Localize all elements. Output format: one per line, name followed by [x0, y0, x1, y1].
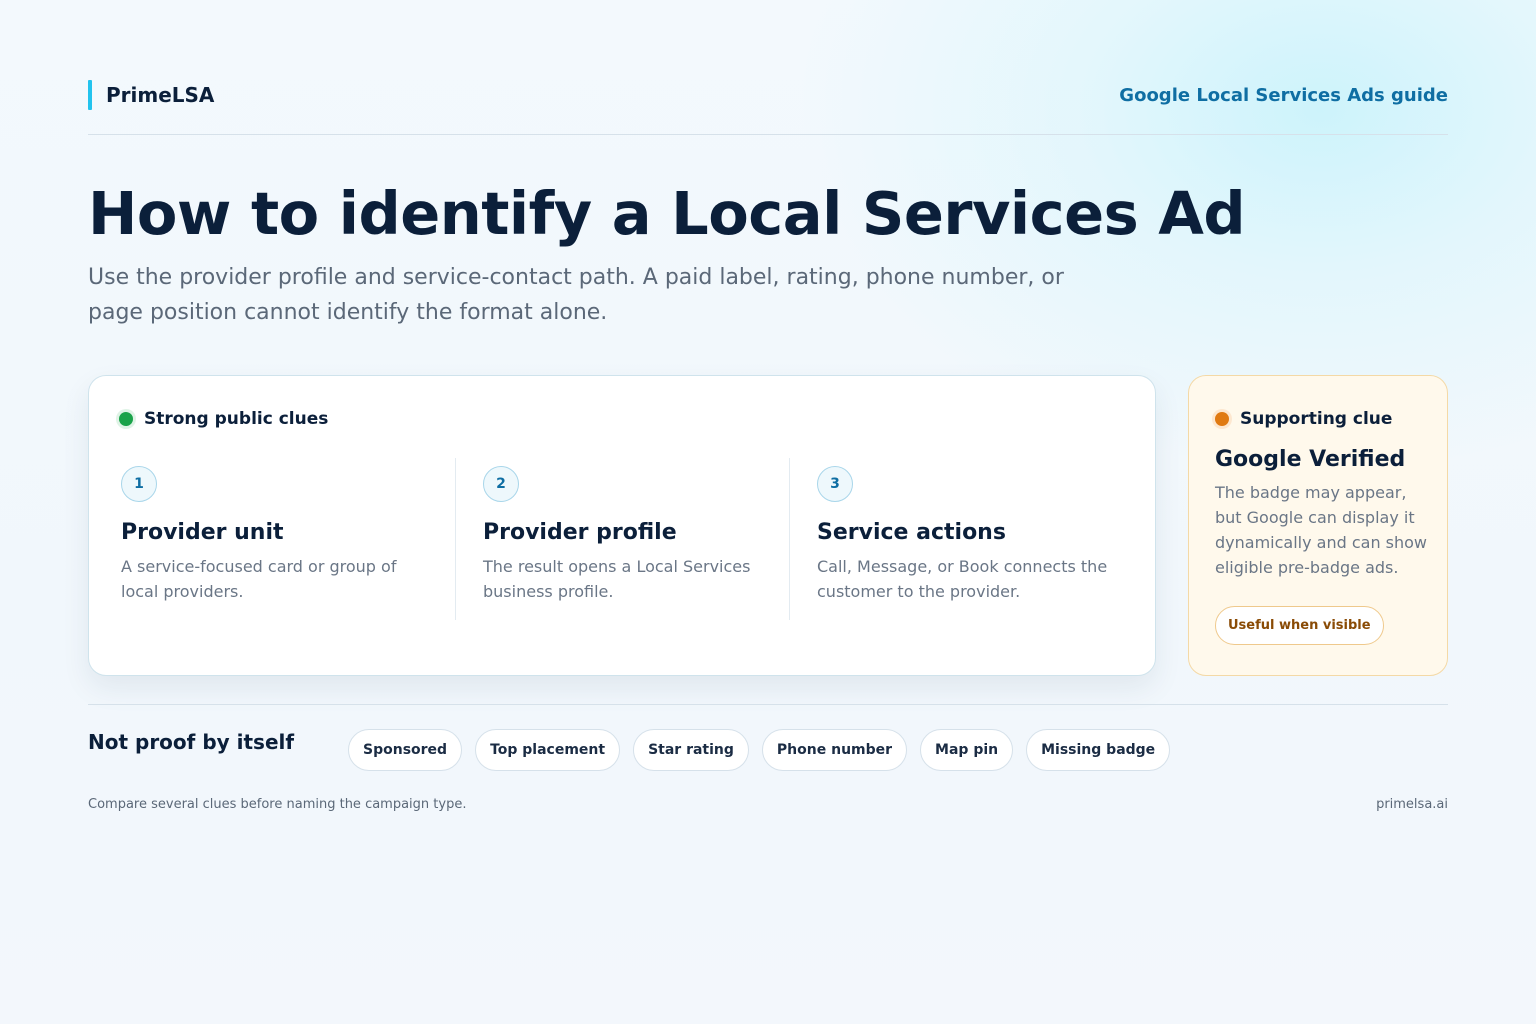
step-provider-unit: 1 Provider unit A service-focused card o… — [121, 458, 451, 620]
brand-logo[interactable]: PrimeLSA — [88, 80, 214, 110]
step-title: Provider unit — [121, 520, 284, 545]
header: PrimeLSA Google Local Services Ads guide — [88, 80, 1448, 112]
pill-map-pin: Map pin — [920, 729, 1014, 771]
orange-dot-icon — [1215, 412, 1229, 426]
supporting-clue-card: Supporting clue Google Verified The badg… — [1188, 375, 1448, 676]
step-title: Provider profile — [483, 520, 677, 545]
guide-link[interactable]: Google Local Services Ads guide — [1119, 82, 1448, 110]
step-number-badge: 1 — [121, 466, 157, 502]
page-title: How to identify a Local Services Ad — [88, 179, 1246, 248]
pill-phone-number: Phone number — [761, 729, 908, 771]
supporting-clue-title: Google Verified — [1215, 447, 1406, 472]
step-provider-profile: 2 Provider profile The result opens a Lo… — [455, 458, 789, 620]
footer-site[interactable]: primelsa.ai — [1376, 796, 1448, 814]
pill-missing-badge: Missing badge — [1026, 729, 1171, 771]
step-service-actions: 3 Service actions Call, Message, or Book… — [789, 458, 1123, 620]
step-description: A service-focused card or group of local… — [121, 557, 397, 601]
not-proof-pill-list: Sponsored Top placement Star rating Phon… — [348, 729, 1171, 771]
pill-star-rating: Star rating — [633, 729, 749, 771]
supporting-clue-label: Supporting clue — [1240, 409, 1393, 429]
supporting-clue-header: Supporting clue — [1215, 408, 1392, 430]
not-proof-label: Not proof by itself — [88, 730, 295, 754]
step-number-badge: 3 — [817, 466, 853, 502]
section-divider — [88, 704, 1448, 705]
step-number-badge: 2 — [483, 466, 519, 502]
green-dot-icon — [119, 412, 133, 426]
pill-sponsored: Sponsored — [348, 729, 463, 771]
step-description: Call, Message, or Book connects the cust… — [817, 557, 1108, 601]
header-divider — [88, 134, 1448, 135]
footer-note: Compare several clues before naming the … — [88, 797, 467, 812]
page-subtitle: Use the provider profile and service-con… — [88, 265, 1064, 325]
strong-clues-label: Strong public clues — [144, 409, 329, 429]
strong-clues-card: Strong public clues 1 Provider unit A se… — [88, 375, 1156, 676]
step-description: The result opens a Local Services busine… — [483, 557, 751, 601]
step-title: Service actions — [817, 520, 1006, 545]
supporting-clue-description: The badge may appear, but Google can dis… — [1215, 483, 1428, 577]
useful-when-visible-badge: Useful when visible — [1215, 606, 1384, 645]
pill-top-placement: Top placement — [475, 729, 621, 771]
strong-clues-header: Strong public clues — [119, 408, 328, 430]
